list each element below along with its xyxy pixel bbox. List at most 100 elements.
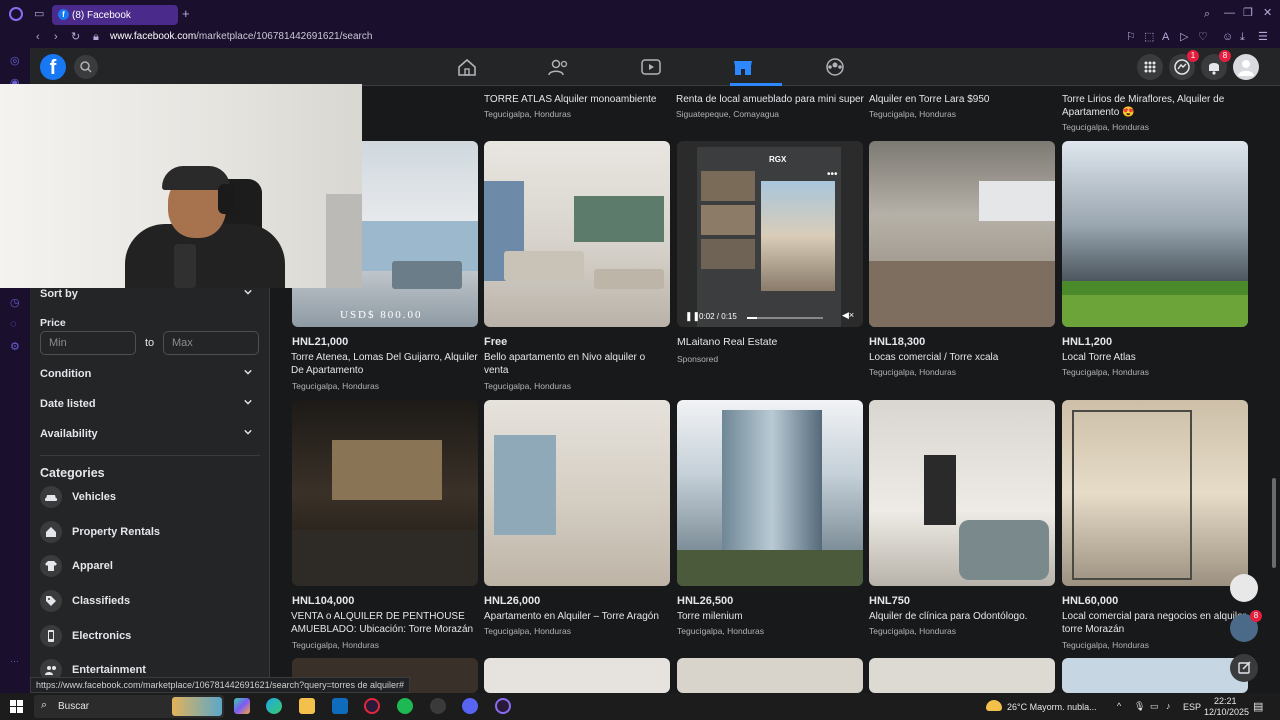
listing-title[interactable]: Alquiler de clínica para Odontólogo. (869, 610, 1057, 623)
opera-icon[interactable] (495, 698, 511, 714)
listing-title[interactable]: Local Torre Atlas (1062, 351, 1250, 364)
sponsored-video[interactable]: RGX ••• ❚❚ 0:02 / 0:15 ◀× (677, 141, 863, 327)
listing-title[interactable]: Local comercial para negocios en alquile… (1062, 610, 1250, 636)
category-classifieds[interactable]: Classifieds (40, 587, 130, 615)
sort-by-dropdown[interactable]: Sort by (40, 288, 260, 300)
opera-gx-icon[interactable] (364, 698, 380, 714)
edge-icon[interactable] (266, 698, 282, 714)
menu-grid-button[interactable] (1137, 54, 1163, 80)
category-electronics[interactable]: Electronics (40, 622, 131, 650)
maximize-icon[interactable]: ❐ (1243, 6, 1253, 20)
listing-title[interactable]: TORRE ATLAS Alquiler monoambiente (484, 93, 672, 106)
reload-icon[interactable]: ↻ (71, 30, 80, 44)
notifications-button[interactable]: 8 (1201, 50, 1231, 80)
new-message-button[interactable] (1230, 654, 1258, 682)
volume-icon[interactable]: ♪ (1166, 701, 1171, 711)
listing-image[interactable] (484, 141, 670, 327)
messenger-button[interactable]: 1 (1169, 50, 1199, 80)
min-price-input[interactable]: Min (40, 331, 136, 355)
condition-dropdown[interactable]: Condition (40, 368, 260, 380)
account-avatar[interactable] (1233, 54, 1259, 80)
max-price-input[interactable]: Max (163, 331, 259, 355)
listing-title[interactable]: VENTA o ALQUILER DE PENTHOUSE AMUEBLADO:… (291, 610, 479, 636)
facebook-logo-icon[interactable]: f (40, 54, 66, 80)
category-vehicles[interactable]: Vehicles (40, 483, 116, 511)
listing-image[interactable] (869, 400, 1055, 586)
listing-title[interactable]: Bello apartamento en Nivo alquiler o ven… (484, 351, 672, 377)
network-icon[interactable]: ▭ (1150, 701, 1159, 712)
listing-image[interactable] (484, 658, 670, 693)
sidebar-messenger-icon[interactable]: ◎ (10, 54, 20, 67)
discord-icon[interactable] (462, 698, 478, 714)
profile-icon[interactable]: ☺ (1222, 30, 1233, 44)
search-tabs-icon[interactable]: ⌕ (1204, 7, 1210, 21)
chat-head-avatar[interactable]: 8 (1230, 610, 1262, 642)
category-property-rentals[interactable]: Property Rentals (40, 518, 160, 546)
spotify-icon[interactable] (397, 698, 413, 714)
date-listed-dropdown[interactable]: Date listed (40, 398, 260, 410)
forward-icon[interactable]: › (54, 30, 58, 44)
clock-time[interactable]: 22:21 (1214, 696, 1237, 706)
windows-start-icon[interactable] (10, 700, 23, 713)
category-apparel[interactable]: Apparel (40, 552, 113, 580)
menu-icon[interactable]: ☰ (1258, 30, 1268, 44)
listing-title[interactable]: Alquiler en Torre Lara $950 (869, 93, 1057, 106)
sidebar-settings-icon[interactable]: ⚙ (10, 340, 20, 353)
friends-icon[interactable] (548, 58, 570, 76)
player-icon[interactable]: ▷ (1180, 30, 1188, 44)
listing-title[interactable]: Locas comercial / Torre xcala (869, 351, 1057, 364)
chevron-up-icon[interactable]: ^ (1117, 701, 1121, 711)
outlook-icon[interactable] (332, 698, 348, 714)
taskbar-search[interactable]: ⌕ Buscar (34, 695, 224, 718)
availability-dropdown[interactable]: Availability (40, 428, 260, 440)
clock-date[interactable]: 12/10/2025 (1204, 707, 1249, 717)
groups-icon[interactable] (824, 58, 846, 76)
bookmark-icon[interactable]: ⚐ (1126, 30, 1136, 44)
marketplace-icon[interactable] (732, 58, 754, 76)
sidebar-chat-icon[interactable]: ◌ (10, 318, 17, 330)
microphone-icon[interactable]: 🎙︎ (1134, 701, 1145, 712)
close-window-icon[interactable]: ✕ (1263, 6, 1272, 20)
url-field[interactable]: www.facebook.com/marketplace/10678144269… (110, 31, 372, 42)
obs-icon[interactable] (430, 698, 446, 714)
snapshot-icon[interactable]: ⬚ (1144, 30, 1154, 44)
pause-icon[interactable]: ❚❚ (685, 311, 700, 322)
search-button[interactable] (74, 55, 98, 79)
minimize-icon[interactable]: — (1224, 6, 1235, 20)
listing-image[interactable] (292, 400, 478, 586)
new-tab-icon[interactable]: + (182, 7, 190, 21)
listing-image[interactable] (677, 658, 863, 693)
home-icon[interactable] (456, 58, 478, 76)
listing-image[interactable] (869, 141, 1055, 327)
file-explorer-icon[interactable] (299, 698, 315, 714)
translate-icon[interactable]: A (1162, 30, 1169, 44)
video-progress[interactable] (747, 317, 823, 319)
tab-facebook[interactable]: f (8) Facebook (52, 5, 178, 25)
heart-icon[interactable]: ♡ (1198, 30, 1208, 44)
listing-title[interactable]: Renta de local amueblado para mini super (676, 93, 864, 106)
chat-head-avatar[interactable] (1230, 574, 1258, 602)
listing-image[interactable] (1062, 658, 1248, 693)
listing-image[interactable] (869, 658, 1055, 693)
opera-logo-icon[interactable] (9, 7, 23, 21)
page-scrollbar[interactable] (1272, 478, 1276, 568)
sidebar-history-icon[interactable]: ◷ (10, 296, 20, 309)
listing-title[interactable]: Torre Atenea, Lomas Del Guijarro, Alquil… (291, 351, 479, 377)
copilot-icon[interactable] (234, 698, 250, 714)
sidebar-more-icon[interactable]: ··· (10, 656, 19, 666)
listing-image[interactable] (1062, 141, 1248, 327)
advertiser-name[interactable]: MLaitano Real Estate (677, 336, 777, 348)
listing-image[interactable] (1062, 400, 1248, 586)
tab-overview-icon[interactable]: ▭ (34, 7, 44, 21)
download-icon[interactable]: ⤓ (1240, 30, 1245, 44)
more-options-icon[interactable]: ••• (827, 169, 838, 180)
listing-title[interactable]: Torre milenium (677, 610, 865, 623)
language-indicator[interactable]: ESP (1183, 702, 1201, 712)
listing-image[interactable] (484, 400, 670, 586)
listing-title[interactable]: Torre Lirios de Miraflores, Alquiler de … (1062, 93, 1250, 119)
weather-text[interactable]: 26°C Mayorm. nubla... (1007, 702, 1097, 712)
back-icon[interactable]: ‹ (36, 30, 40, 44)
listing-image[interactable] (677, 400, 863, 586)
volume-icon[interactable]: ◀× (842, 310, 854, 321)
watch-icon[interactable] (640, 58, 662, 76)
